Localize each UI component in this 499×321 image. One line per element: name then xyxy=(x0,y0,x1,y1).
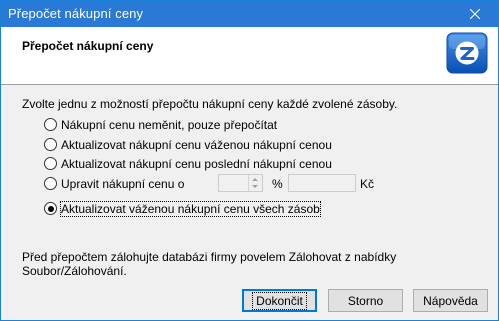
help-button-label: Nápověda xyxy=(423,293,478,308)
pohoda-logo-icon xyxy=(446,32,488,74)
title-bar[interactable]: Přepočet nákupní ceny xyxy=(1,1,498,27)
chevron-down-icon[interactable] xyxy=(252,185,258,188)
close-button[interactable] xyxy=(452,1,498,27)
radio-button[interactable] xyxy=(44,177,57,190)
cancel-button[interactable]: Storno xyxy=(328,289,403,312)
percent-stepper[interactable] xyxy=(218,174,263,192)
backup-note: Před přepočtem zálohujte databázi firmy … xyxy=(22,250,397,278)
option-label[interactable]: Aktualizovat nákupní cenu váženou nákupn… xyxy=(61,138,332,152)
option-keep-price[interactable]: Nákupní cenu neměnit, pouze přepočítat xyxy=(44,116,277,133)
percent-unit-label: % xyxy=(272,177,283,191)
option-last-price[interactable]: Aktualizovat nákupní cenu poslední nákup… xyxy=(44,155,332,172)
wizard-header: Přepočet nákupní ceny xyxy=(1,27,498,85)
stepper-buttons[interactable] xyxy=(248,175,262,191)
finish-button-label: Dokončit xyxy=(252,291,307,310)
option-weighted-price[interactable]: Aktualizovat nákupní cenu váženou nákupn… xyxy=(44,136,332,153)
window-title: Přepočet nákupní ceny xyxy=(8,6,144,21)
amount-input[interactable] xyxy=(288,174,356,192)
intro-text: Zvolte jednu z možností přepočtu nákupní… xyxy=(22,97,398,111)
radio-button[interactable] xyxy=(44,157,57,170)
chevron-up-icon[interactable] xyxy=(252,178,258,181)
page-heading: Přepočet nákupní ceny xyxy=(22,39,154,53)
radio-button-selected[interactable] xyxy=(44,202,57,215)
option-label[interactable]: Upravit nákupní cenu o xyxy=(61,177,184,191)
close-icon xyxy=(470,9,480,19)
dialog-window: Přepočet nákupní ceny Přepočet nákupní c… xyxy=(0,0,499,321)
option-update-all-weighted[interactable]: Aktualizovat váženou nákupní cenu všech … xyxy=(44,200,321,217)
radio-button[interactable] xyxy=(44,118,57,131)
option-label[interactable]: Aktualizovat váženou nákupní cenu všech … xyxy=(60,200,321,217)
help-button[interactable]: Nápověda xyxy=(413,289,488,312)
option-adjust-price[interactable]: Upravit nákupní cenu o xyxy=(44,175,184,192)
finish-button[interactable]: Dokončit xyxy=(242,289,317,312)
currency-label: Kč xyxy=(360,177,375,191)
option-label[interactable]: Nákupní cenu neměnit, pouze přepočítat xyxy=(61,118,277,132)
radio-button[interactable] xyxy=(44,138,57,151)
option-label[interactable]: Aktualizovat nákupní cenu poslední nákup… xyxy=(61,157,332,171)
cancel-button-label: Storno xyxy=(347,293,384,308)
